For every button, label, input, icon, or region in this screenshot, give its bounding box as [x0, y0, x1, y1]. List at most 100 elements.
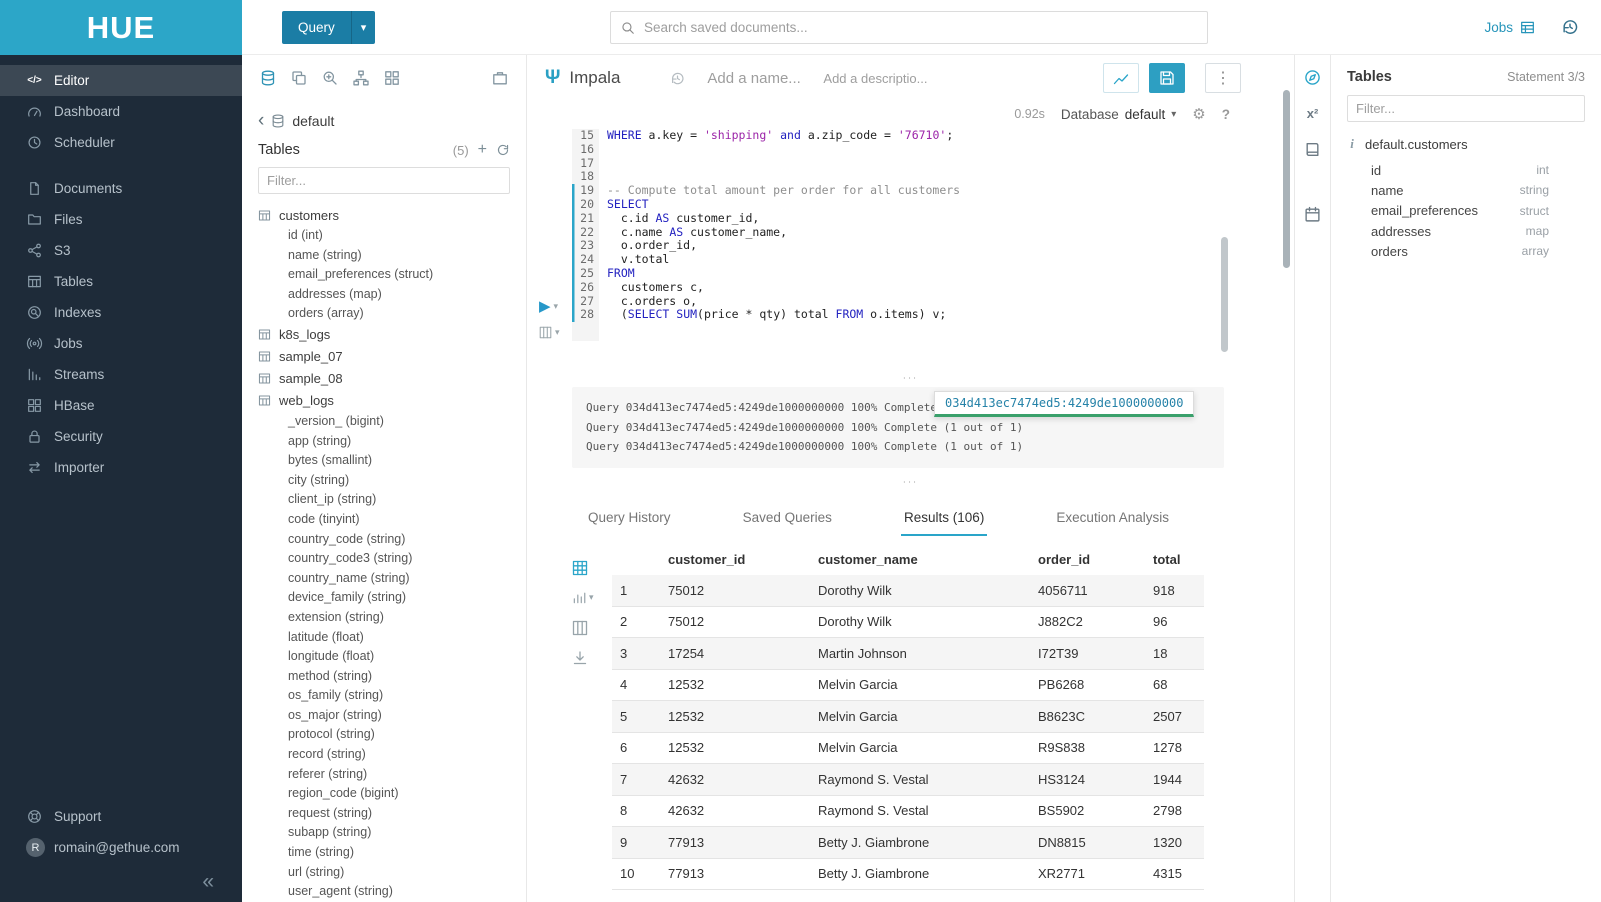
- col-header-order-id[interactable]: order_id: [1030, 544, 1145, 575]
- chart-button[interactable]: [1103, 63, 1139, 93]
- query-dropdown-caret-icon[interactable]: ▾: [351, 11, 376, 44]
- assist-column[interactable]: email_preferences (struct): [258, 265, 526, 285]
- assist-column[interactable]: city (string): [258, 471, 526, 491]
- save-button[interactable]: [1149, 63, 1185, 93]
- assist-column[interactable]: method (string): [258, 667, 526, 687]
- assist-table-sample-08[interactable]: sample_08: [258, 368, 526, 390]
- sidebar-item-editor[interactable]: </>Editor: [0, 65, 242, 96]
- sidebar-item-security[interactable]: Security: [0, 421, 242, 452]
- assist-table-customers[interactable]: customers: [258, 204, 526, 226]
- search-input[interactable]: [644, 20, 1197, 35]
- execute-button[interactable]: ▶: [539, 299, 551, 314]
- assist-table-k8s-logs[interactable]: k8s_logs: [258, 324, 526, 346]
- tab-results-106[interactable]: Results (106): [901, 502, 987, 536]
- assist-column[interactable]: latitude (float): [258, 628, 526, 648]
- sidebar-item-streams[interactable]: Streams: [0, 359, 242, 390]
- columns-view-icon[interactable]: [572, 620, 588, 636]
- result-row[interactable]: 512532Melvin GarciaB8623C2507: [612, 701, 1204, 733]
- database-selector[interactable]: Database default ▾: [1061, 107, 1176, 122]
- result-row[interactable]: 175012Dorothy Wilk4056711918: [612, 575, 1204, 607]
- sidebar-item-indexes[interactable]: Indexes: [0, 297, 242, 328]
- schema-column-name[interactable]: namestring: [1371, 180, 1549, 200]
- tab-query-history[interactable]: Query History: [585, 502, 674, 536]
- refresh-icon[interactable]: [496, 143, 510, 157]
- assist-column[interactable]: country_code (string): [258, 530, 526, 550]
- execute-options-caret-icon[interactable]: ▾: [554, 302, 559, 311]
- main-scrollbar[interactable]: [1283, 90, 1290, 268]
- assistant-icon[interactable]: [1304, 69, 1321, 86]
- more-actions-button[interactable]: ⋮: [1205, 63, 1241, 93]
- right-filter-input[interactable]: [1347, 95, 1585, 122]
- result-row[interactable]: 977913Betty J. GiambroneDN88151320: [612, 827, 1204, 859]
- assist-column[interactable]: subapp (string): [258, 823, 526, 843]
- assist-column[interactable]: device_family (string): [258, 588, 526, 608]
- schedule-icon[interactable]: [1304, 206, 1321, 223]
- assist-column[interactable]: os_major (string): [258, 706, 526, 726]
- snippet-caret-icon[interactable]: ▾: [555, 328, 560, 337]
- schema-column-addresses[interactable]: addressesmap: [1371, 221, 1549, 241]
- assist-column[interactable]: client_ip (string): [258, 490, 526, 510]
- bucket-source-icon[interactable]: [492, 70, 508, 86]
- assist-table-sample-07[interactable]: sample_07: [258, 346, 526, 368]
- snippet-settings-icon[interactable]: [539, 326, 552, 339]
- result-row[interactable]: 842632Raymond S. VestalBS59022798: [612, 795, 1204, 827]
- sidebar-item-jobs[interactable]: Jobs: [0, 328, 242, 359]
- back-chevron-icon[interactable]: ‹: [258, 111, 264, 130]
- assist-column[interactable]: orders (array): [258, 304, 526, 324]
- assist-column[interactable]: id (int): [258, 226, 526, 246]
- zoom-source-icon[interactable]: [322, 70, 338, 86]
- jobs-link[interactable]: Jobs: [1484, 20, 1535, 35]
- assist-column[interactable]: os_family (string): [258, 686, 526, 706]
- apps-source-icon[interactable]: [384, 70, 400, 86]
- sidebar-item-files[interactable]: Files: [0, 204, 242, 235]
- sidebar-item-importer[interactable]: Importer: [0, 452, 242, 483]
- query-id-popup[interactable]: 034d413ec7474ed5:4249de1000000000: [934, 391, 1194, 417]
- assist-column[interactable]: country_code3 (string): [258, 549, 526, 569]
- assist-column[interactable]: time (string): [258, 843, 526, 863]
- chart-type-caret-icon[interactable]: ▾: [589, 592, 594, 603]
- tab-saved-queries[interactable]: Saved Queries: [740, 502, 835, 536]
- assist-column[interactable]: code (tinyint): [258, 510, 526, 530]
- assist-column[interactable]: app (string): [258, 432, 526, 452]
- info-icon[interactable]: i: [1347, 136, 1357, 152]
- hue-logo[interactable]: HUE: [0, 0, 242, 55]
- documents-source-icon[interactable]: [291, 70, 307, 86]
- result-row[interactable]: 275012Dorothy WilkJ882C296: [612, 606, 1204, 638]
- new-query-button[interactable]: Query ▾: [282, 11, 375, 44]
- result-row[interactable]: 742632Raymond S. VestalHS31241944: [612, 764, 1204, 796]
- assist-column[interactable]: bytes (smallint): [258, 451, 526, 471]
- assist-column[interactable]: protocol (string): [258, 725, 526, 745]
- sidebar-item-dashboard[interactable]: Dashboard: [0, 96, 242, 127]
- query-name-input[interactable]: [707, 70, 817, 87]
- query-description-input[interactable]: [823, 71, 941, 86]
- assist-column[interactable]: longitude (float): [258, 647, 526, 667]
- resize-handle-bottom[interactable]: ∙∙∙: [527, 478, 1294, 488]
- databases-source-icon[interactable]: [260, 70, 276, 86]
- assist-column[interactable]: region_code (bigint): [258, 784, 526, 804]
- col-header-customer-name[interactable]: customer_name: [810, 544, 1030, 575]
- add-table-icon[interactable]: +: [478, 142, 487, 158]
- active-table-row[interactable]: i default.customers: [1347, 136, 1585, 152]
- result-row[interactable]: 612532Melvin GarciaR9S8381278: [612, 732, 1204, 764]
- sidebar-item-tables[interactable]: Tables: [0, 266, 242, 297]
- code-editor[interactable]: ▶ ▾ ▾ 1516171819202122232425262728 WHERE…: [527, 129, 1294, 351]
- assist-column[interactable]: request (string): [258, 804, 526, 824]
- assist-column[interactable]: user_agent (string): [258, 882, 526, 902]
- sidebar-item-s3[interactable]: S3: [0, 235, 242, 266]
- schema-column-email-preferences[interactable]: email_preferencesstruct: [1371, 201, 1549, 221]
- schema-column-orders[interactable]: ordersarray: [1371, 241, 1549, 261]
- assist-column[interactable]: addresses (map): [258, 285, 526, 305]
- assist-column[interactable]: extension (string): [258, 608, 526, 628]
- sidebar-item-hbase[interactable]: HBase: [0, 390, 242, 421]
- hdfs-source-icon[interactable]: [353, 70, 369, 86]
- language-reference-icon[interactable]: [1304, 141, 1321, 158]
- result-row[interactable]: 317254Martin JohnsonI72T3918: [612, 638, 1204, 670]
- assist-column[interactable]: referer (string): [258, 765, 526, 785]
- grid-view-icon[interactable]: [572, 560, 588, 576]
- settings-gear-icon[interactable]: ⚙: [1192, 105, 1205, 123]
- sidebar-item-support[interactable]: Support: [0, 801, 242, 832]
- query-history-icon[interactable]: [670, 71, 685, 86]
- functions-icon[interactable]: x²: [1307, 106, 1319, 121]
- download-icon[interactable]: [572, 650, 588, 666]
- chart-view-icon[interactable]: [572, 590, 587, 605]
